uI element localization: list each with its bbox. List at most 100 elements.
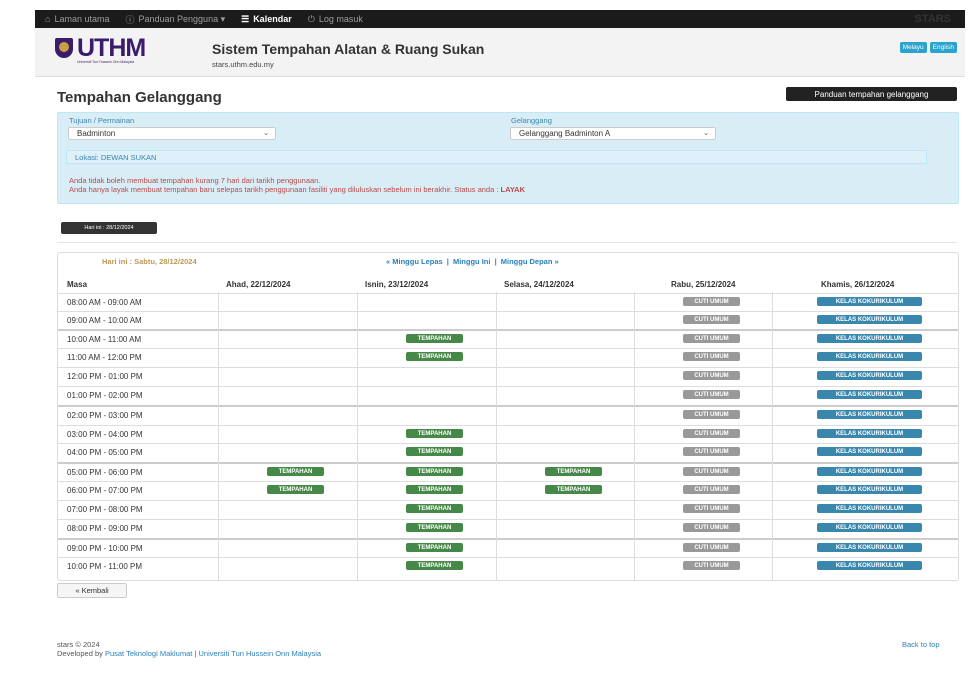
site-header: UTHM Universiti Tun Hussein Onn Malaysia… [35,28,965,77]
time-slot-label: 04:00 PM - 05:00 PM [67,448,143,457]
time-slot-label: 06:00 PM - 07:00 PM [67,486,143,495]
time-slot-label: 08:00 PM - 09:00 PM [67,524,143,533]
ptm-link[interactable]: Pusat Teknologi Maklumat [105,649,192,658]
back-to-top-link[interactable]: Back to top [902,640,940,649]
page-frame: ⌂ Laman utama ⓘ Panduan Pengguna ▾ ☰ Kal… [7,0,980,687]
public-holiday-badge: CUTI UMUM [683,390,740,399]
booked-badge: TEMPAHAN [406,561,463,570]
time-slot-label: 12:00 PM - 01:00 PM [67,372,143,381]
column-divider [218,292,219,580]
back-button[interactable]: « Kembali [57,583,127,598]
purpose-select-value: Badminton [77,129,116,138]
purpose-select[interactable]: Badminton ⌄ [68,127,276,140]
site-url: stars.uthm.edu.my [212,60,274,69]
nav-separator: | [494,257,497,266]
uthm-logo[interactable]: UTHM Universiti Tun Hussein Onn Malaysia [55,34,195,66]
logo-text: UTHM [77,34,146,62]
public-holiday-badge: CUTI UMUM [683,447,740,456]
lang-melayu-button[interactable]: Melayu [899,42,927,53]
class-badge: KELAS KOKURIKULUM [817,410,922,419]
this-week-link[interactable]: Minggu Ini [453,257,491,266]
col-header-thursday: Khamis, 26/12/2024 [821,280,895,289]
chevron-down-icon: ⌄ [263,130,269,137]
nav-login-label: Log masuk [318,14,363,24]
nav-login[interactable]: ⏻ Log masuk [308,14,363,25]
divider [57,242,957,243]
weekly-schedule: Hari ini : Sabtu, 28/12/2024 « Minggu Le… [57,252,959,581]
public-holiday-badge: CUTI UMUM [683,410,740,419]
public-holiday-badge: CUTI UMUM [683,352,740,361]
public-holiday-badge: CUTI UMUM [683,334,740,343]
public-holiday-badge: CUTI UMUM [683,297,740,306]
list-icon: ☰ [241,13,250,24]
col-header-time: Masa [67,280,88,289]
nav-user-guide[interactable]: ⓘ Panduan Pengguna ▾ [125,13,225,26]
schedule-row: 07:00 PM - 08:00 PM TEMPAHAN CUTI UMUM KELA… [58,500,958,518]
booked-badge: TEMPAHAN [267,485,324,494]
nav-user-guide-label: Panduan Pengguna ▾ [138,13,226,24]
public-holiday-badge: CUTI UMUM [683,523,740,532]
schedule-row: 08:00 PM - 09:00 PM TEMPAHAN CUTI UMUM KELA… [58,519,958,537]
class-badge: KELAS KOKURIKULUM [817,523,922,532]
prev-week-link[interactable]: « Minggu Lepas [386,257,443,266]
public-holiday-badge: CUTI UMUM [683,315,740,324]
booked-badge: TEMPAHAN [406,429,463,438]
schedule-row: 10:00 AM - 11:00 AM TEMPAHAN CUTI UMUM KELA… [58,329,958,347]
time-slot-label: 08:00 AM - 09:00 AM [67,298,142,307]
nav-separator: | [446,257,449,266]
public-holiday-badge: CUTI UMUM [683,371,740,380]
time-slot-label: 05:00 PM - 06:00 PM [67,468,143,477]
language-switcher: Melayu English [899,42,957,53]
warning-7-days: Anda tidak boleh membuat tempahan kurang… [69,176,321,185]
location-field: Lokasi: DEWAN SUKAN [66,150,927,164]
top-navbar: ⌂ Laman utama ⓘ Panduan Pengguna ▾ ☰ Kal… [35,10,965,28]
time-slot-label: 09:00 PM - 10:00 PM [67,544,143,553]
schedule-row: 03:00 PM - 04:00 PM TEMPAHAN CUTI UMUM KELA… [58,425,958,443]
footer-developed-by: Developed by [57,649,105,658]
time-slot-label: 10:00 AM - 11:00 AM [67,335,142,344]
lang-english-button[interactable]: English [929,42,957,53]
warning-eligibility: Anda hanya layak membuat tempahan baru s… [69,185,525,194]
schedule-row: 09:00 PM - 10:00 PM TEMPAHAN CUTI UMUM KELA… [58,538,958,556]
class-badge: KELAS KOKURIKULUM [817,371,922,380]
schedule-row: 10:00 PM - 11:00 PM TEMPAHAN CUTI UMUM KELA… [58,557,958,575]
schedule-row: 01:00 PM - 02:00 PM CUTI UMUM KELAS KOKURI… [58,386,958,404]
booked-badge: TEMPAHAN [406,543,463,552]
court-select-value: Gelanggang Badminton A [519,129,611,138]
col-header-monday: Isnin, 23/12/2024 [365,280,429,289]
warning-eligibility-text: Anda hanya layak membuat tempahan baru s… [69,185,501,194]
booked-badge: TEMPAHAN [406,523,463,532]
uthm-link[interactable]: Universiti Tun Hussein Onn Malaysia [199,649,322,658]
public-holiday-badge: CUTI UMUM [683,543,740,552]
booked-badge: TEMPAHAN [406,485,463,494]
uthm-crest-icon [55,38,73,58]
class-badge: KELAS KOKURIKULUM [817,334,922,343]
column-divider [357,292,358,580]
power-icon: ⏻ [307,13,315,24]
brand-stars[interactable]: STARS [915,13,951,25]
time-slot-label: 09:00 AM - 10:00 AM [67,316,142,325]
today-label: Hari ini : Sabtu, 28/12/2024 [102,257,197,266]
purpose-label: Tujuan / Permainan [69,116,135,125]
time-slot-label: 07:00 PM - 08:00 PM [67,505,143,514]
col-header-tuesday: Selasa, 24/12/2024 [504,280,574,289]
schedule-row: 08:00 AM - 09:00 AM CUTI UMUM KELAS KOKURI… [58,293,958,311]
booked-badge: TEMPAHAN [406,334,463,343]
court-booking-guide-button[interactable]: Panduan tempahan gelanggang [786,87,957,101]
nav-home[interactable]: ⌂ Laman utama [45,14,109,24]
class-badge: KELAS KOKURIKULUM [817,429,922,438]
court-select[interactable]: Gelanggang Badminton A ⌄ [510,127,716,140]
public-holiday-badge: CUTI UMUM [683,561,740,570]
week-navigation: « Minggu Lepas | Minggu Ini | Minggu Dep… [386,257,559,266]
next-week-link[interactable]: Minggu Depan » [501,257,559,266]
col-header-wednesday: Rabu, 25/12/2024 [671,280,736,289]
booked-badge: TEMPAHAN [406,467,463,476]
time-slot-label: 10:00 PM - 11:00 PM [67,562,142,571]
public-holiday-badge: CUTI UMUM [683,467,740,476]
time-slot-label: 02:00 PM - 03:00 PM [67,411,143,420]
nav-calendar[interactable]: ☰ Kalendar [241,14,292,25]
court-label: Gelanggang [511,116,552,125]
public-holiday-badge: CUTI UMUM [683,504,740,513]
footer-copyright: stars © 2024 [57,640,100,649]
home-icon: ⌂ [45,14,51,24]
